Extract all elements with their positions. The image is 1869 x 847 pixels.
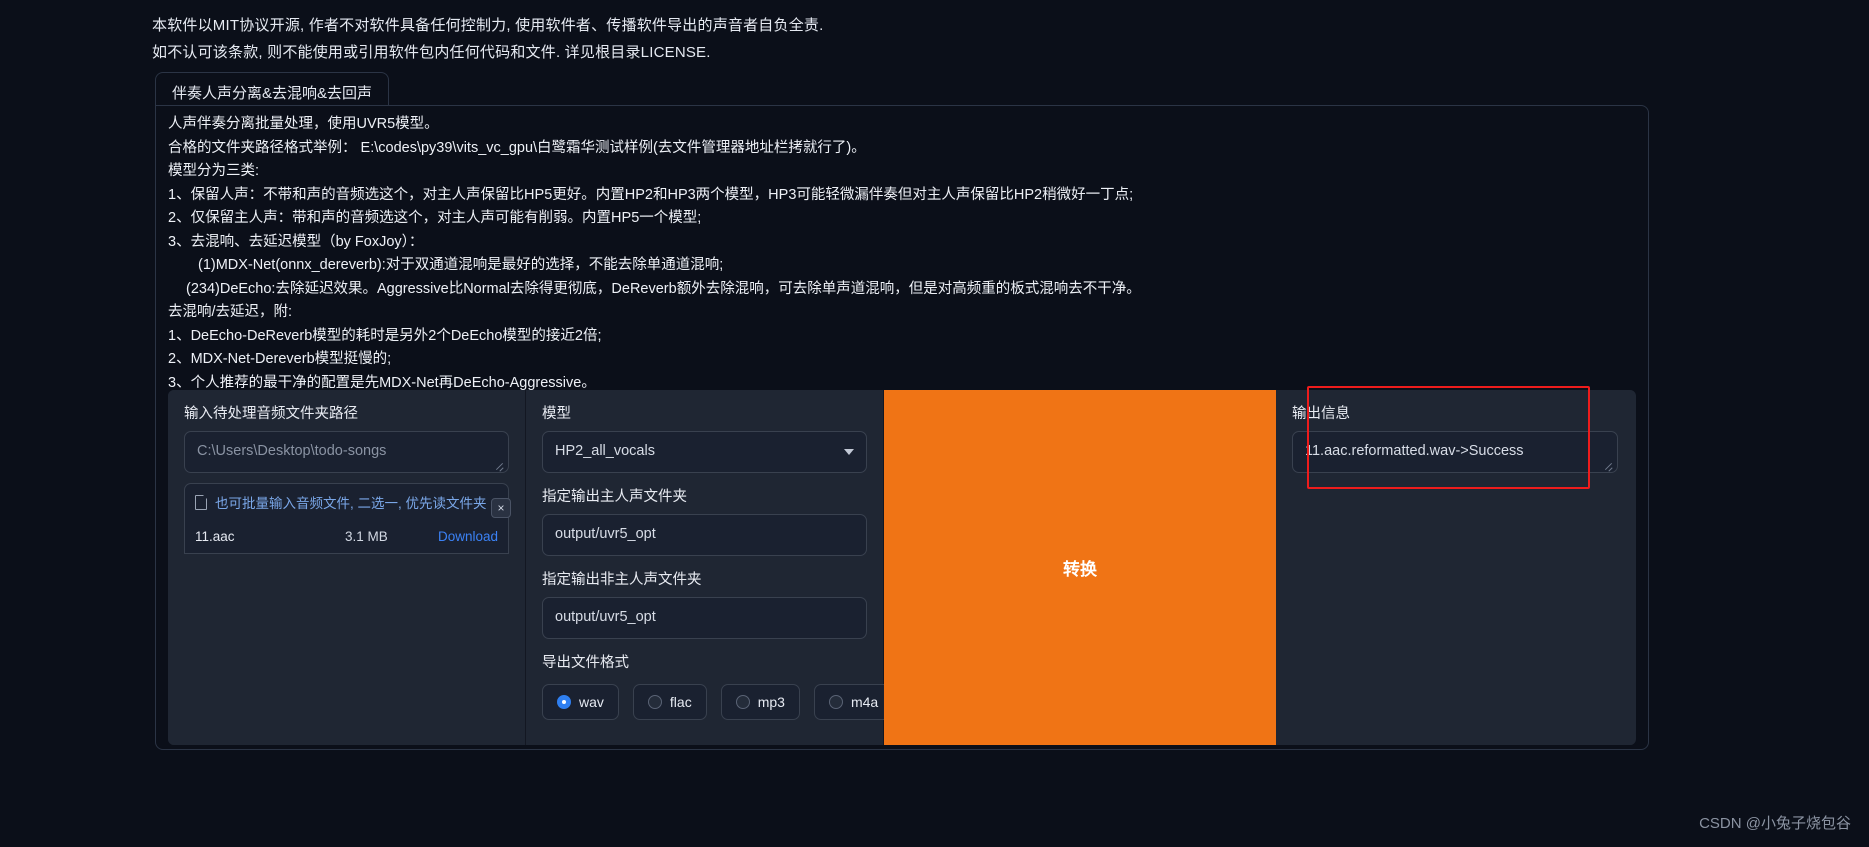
format-label-mp3: mp3	[757, 694, 785, 710]
convert-button[interactable]: 转换	[884, 390, 1276, 745]
desc-line-10: 2、MDX-Net-Dereverb模型挺慢的;	[168, 351, 392, 367]
clear-upload-button[interactable]: ×	[491, 498, 511, 518]
desc-line-0: 人声伴奏分离批量处理，使用UVR5模型。	[168, 116, 439, 132]
file-size: 3.1 MB	[345, 529, 388, 544]
file-document-icon	[195, 494, 207, 510]
desc-line-7: (234)DeEcho:去除延迟效果。Aggressive比Normal去除得更…	[186, 280, 1141, 297]
file-name: 11.aac	[195, 529, 235, 544]
legal-notice: 本软件以MIT协议开源, 作者不对软件具备任何控制力, 使用软件者、传播软件导出…	[152, 12, 1652, 66]
desc-line-9: 1、DeEcho-DeReverb模型的耗时是另外2个DeEcho模型的接近2倍…	[168, 327, 602, 344]
desc-line-3: 1、保留人声：不带和声的音频选这个，对主人声保留比HP5更好。内置HP2和HP3…	[168, 186, 1134, 203]
instrumental-output-label: 指定输出非主人声文件夹	[542, 572, 702, 588]
format-label-wav: wav	[579, 694, 604, 710]
model-selected-value: HP2_all_vocals	[555, 443, 655, 459]
resize-grip-icon	[494, 460, 504, 470]
output-column: 输出信息 11.aac.reformatted.wav->Success	[1276, 390, 1634, 745]
format-option-mp3[interactable]: mp3	[720, 684, 800, 720]
vocal-output-field[interactable]: output/uvr5_opt	[542, 514, 867, 556]
input-path-field[interactable]: C:\Users\Desktop\todo-songs	[184, 431, 509, 473]
desc-line-6: (1)MDX-Net(onnx_dereverb):对于双通道混响是最好的选择，…	[198, 257, 724, 273]
export-format-group: wav flac mp3 m4a	[542, 680, 894, 720]
input-path-label: 输入待处理音频文件夹路径	[184, 406, 358, 422]
format-option-wav[interactable]: wav	[542, 684, 619, 720]
chevron-down-icon	[844, 449, 854, 455]
convert-button-label: 转换	[1063, 560, 1097, 579]
output-info-value: 11.aac.reformatted.wav->Success	[1305, 443, 1524, 459]
radio-dot-icon	[557, 695, 571, 709]
instrumental-output-field[interactable]: output/uvr5_opt	[542, 597, 867, 639]
uploaded-file-row: 11.aac 3.1 MB Download	[184, 520, 509, 554]
desc-line-1: 合格的文件夹路径格式举例： E:\codes\py39\vits_vc_gpu\…	[168, 139, 866, 156]
legal-line-2: 如不认可该条款, 则不能使用或引用软件包内任何代码和文件. 详见根目录LICEN…	[152, 44, 711, 61]
export-format-label: 导出文件格式	[542, 655, 629, 671]
desc-line-2: 模型分为三类:	[168, 163, 260, 179]
upload-hint-label: 也可批量输入音频文件, 二选一, 优先读文件夹	[215, 496, 487, 511]
input-column: 输入待处理音频文件夹路径 C:\Users\Desktop\todo-songs…	[168, 390, 526, 745]
desc-line-5: 3、去混响、去延迟模型（by FoxJoy）：	[168, 233, 424, 250]
format-label-m4a: m4a	[850, 694, 879, 710]
description-block: 人声伴奏分离批量处理，使用UVR5模型。 合格的文件夹路径格式举例： E:\co…	[168, 113, 1636, 395]
vocal-output-label: 指定输出主人声文件夹	[542, 489, 687, 505]
output-info-label: 输出信息	[1292, 406, 1350, 422]
upload-hint[interactable]: 也可批量输入音频文件, 二选一, 优先读文件夹	[184, 483, 509, 520]
controls-row: 输入待处理音频文件夹路径 C:\Users\Desktop\todo-songs…	[168, 390, 1636, 745]
format-label-flac: flac	[669, 694, 692, 710]
format-option-flac[interactable]: flac	[632, 684, 707, 720]
legal-line-1: 本软件以MIT协议开源, 作者不对软件具备任何控制力, 使用软件者、传播软件导出…	[152, 17, 824, 34]
output-info-field[interactable]: 11.aac.reformatted.wav->Success	[1292, 431, 1618, 473]
settings-column: 模型 HP2_all_vocals 指定输出主人声文件夹 output/uvr5…	[526, 390, 894, 745]
radio-dot-icon	[647, 695, 662, 709]
radio-dot-icon	[735, 695, 750, 709]
app-window: 本软件以MIT协议开源, 作者不对软件具备任何控制力, 使用软件者、传播软件导出…	[0, 0, 1869, 847]
file-download-link[interactable]: Download	[438, 529, 498, 544]
resize-grip-icon	[1603, 460, 1613, 470]
format-option-m4a[interactable]: m4a	[813, 684, 894, 720]
model-label: 模型	[542, 406, 571, 422]
model-dropdown[interactable]: HP2_all_vocals	[542, 431, 867, 473]
radio-dot-icon	[828, 695, 843, 709]
watermark: CSDN @小兔子烧包谷	[1699, 815, 1851, 832]
desc-line-8: 去混响/去延迟，附:	[168, 304, 293, 320]
desc-line-4: 2、仅保留主人声：带和声的音频选这个，对主人声可能有削弱。内置HP5一个模型;	[168, 210, 702, 226]
